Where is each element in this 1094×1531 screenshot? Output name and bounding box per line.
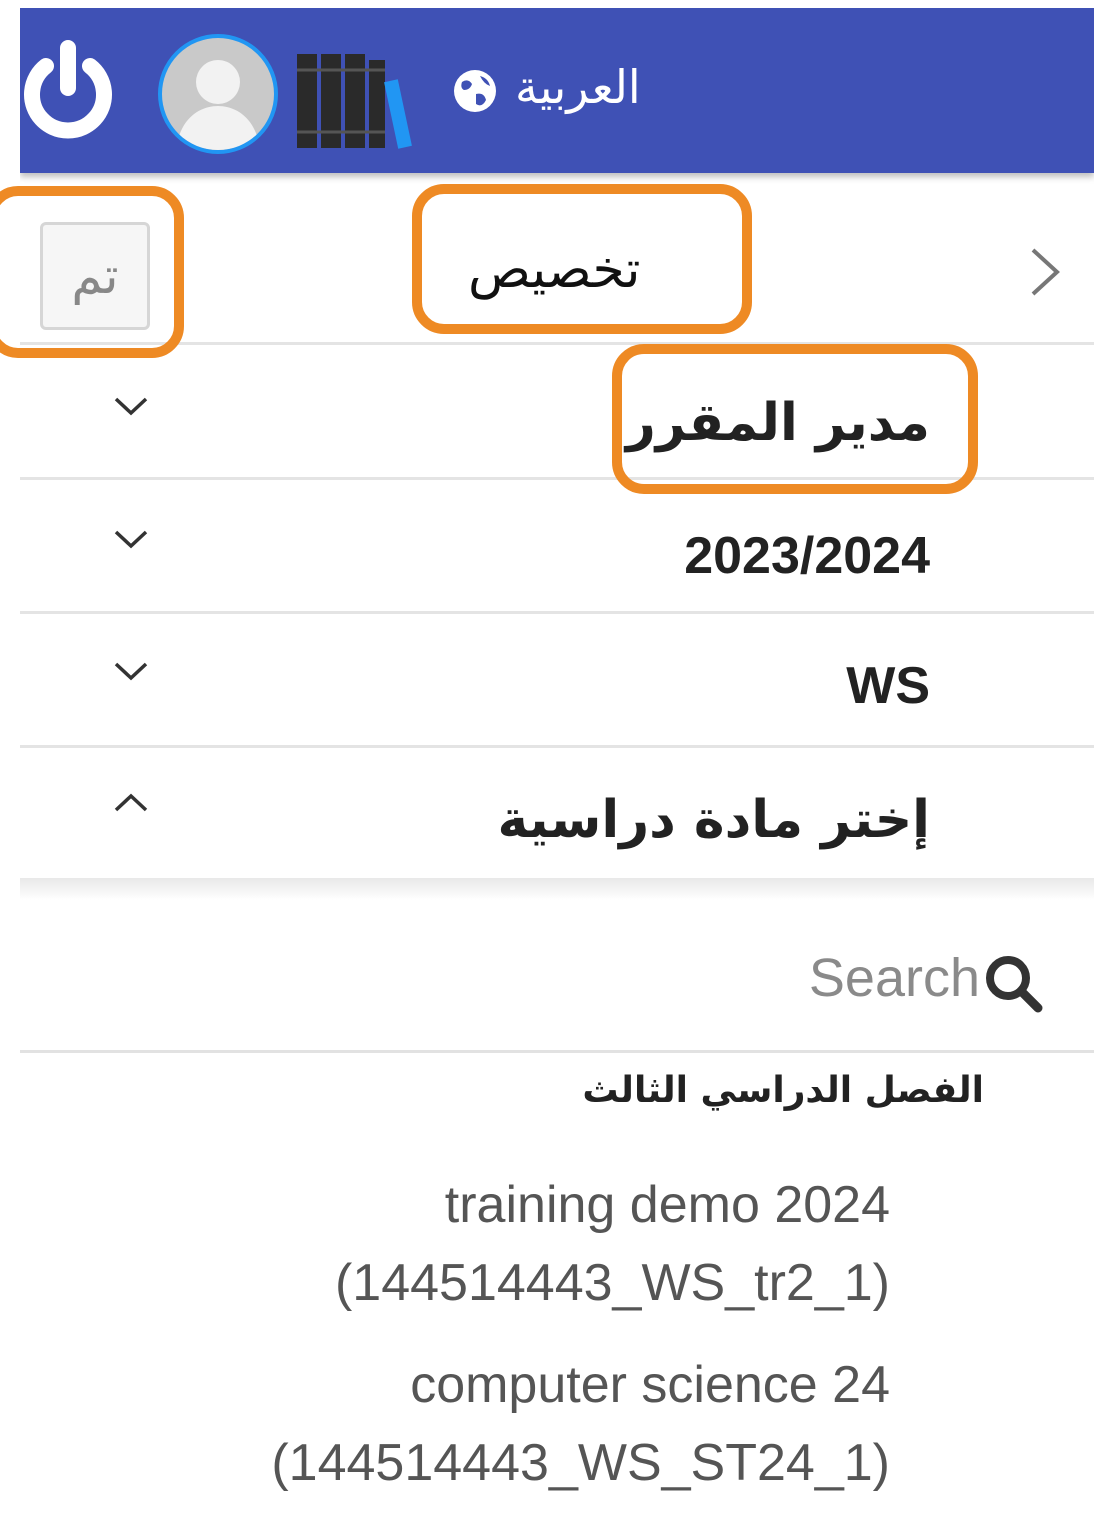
chevron-down-icon[interactable] [108,524,154,554]
chevron-up-icon[interactable] [108,788,154,818]
filter-select-subject[interactable]: إختر مادة دراسية [20,748,1094,882]
user-silhouette-icon [176,60,260,150]
filter-label: 2023/2024 [684,527,930,585]
course-code: (144514443_WS_ST24_1) [271,1434,890,1492]
chevron-down-icon[interactable] [108,656,154,686]
app-frame: العربية تم تخصيص مدير المقرر 2023/2024 W… [20,8,1094,1523]
search-bar [20,908,1094,1053]
filter-label: مدير المقرر [625,393,930,453]
filter-course-manager[interactable]: مدير المقرر [20,345,1094,480]
search-input[interactable] [60,940,980,1016]
chevron-down-icon[interactable] [108,391,154,421]
avatar[interactable] [158,34,278,154]
title-bar: تم تخصيص [20,178,1094,345]
list-group-header: الفصل الدراسي الثالث [582,1070,984,1111]
divider-shadow [20,878,1094,900]
course-name: training demo 2024 [444,1176,890,1234]
course-code: (144514443_WS_tr2_1) [334,1254,890,1312]
filter-semester[interactable]: WS [20,614,1094,748]
done-button[interactable]: تم [40,222,150,330]
list-item[interactable]: training demo 2024 (144514443_WS_tr2_1) [335,1166,890,1322]
power-icon[interactable] [20,36,118,146]
top-app-bar: العربية [20,8,1094,173]
course-name: computer science 24 [410,1356,890,1414]
globe-icon[interactable] [452,68,498,114]
language-selector[interactable]: العربية [515,60,641,114]
filter-academic-year[interactable]: 2023/2024 [20,480,1094,614]
filter-label: WS [846,657,930,715]
search-icon[interactable] [982,952,1046,1016]
page-title: تخصيص [468,240,641,300]
filter-label: إختر مادة دراسية [497,790,930,850]
chevron-right-icon[interactable] [1025,242,1065,302]
books-icon[interactable] [295,50,413,150]
list-item[interactable]: computer science 24 (144514443_WS_ST24_1… [271,1346,890,1502]
